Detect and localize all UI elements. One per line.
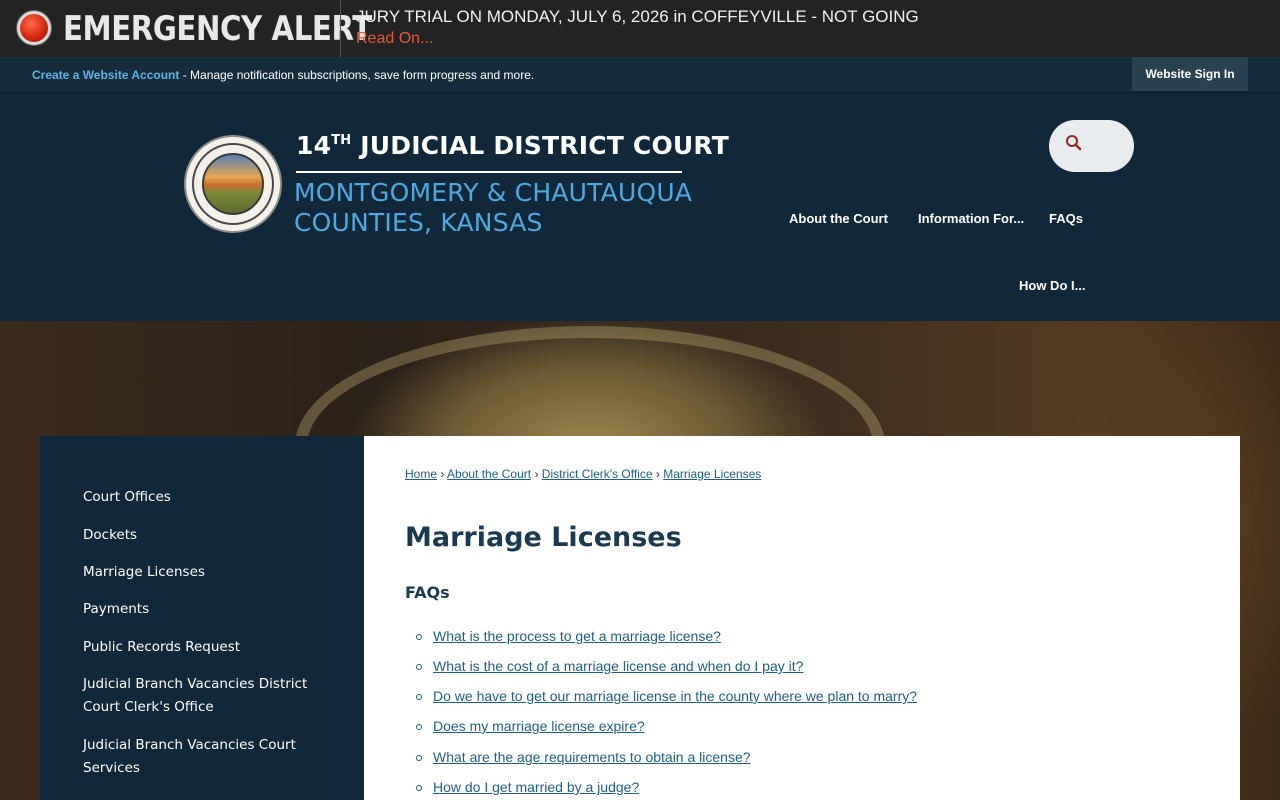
breadcrumb-current[interactable]: Marriage Licenses bbox=[663, 467, 761, 481]
alert-title: EMERGENCY ALERT bbox=[63, 9, 372, 49]
account-text: Create a Website Account - Manage notifi… bbox=[32, 68, 534, 82]
sidebar-nav: Court Offices Dockets Marriage Licenses … bbox=[40, 436, 364, 800]
bullet-icon bbox=[416, 634, 422, 640]
faq-link[interactable]: Does my marriage license expire? bbox=[433, 718, 645, 734]
alert-message: JURY TRIAL ON MONDAY, JULY 6, 2026 in CO… bbox=[356, 7, 919, 26]
breadcrumb-clerk[interactable]: District Clerk's Office bbox=[542, 467, 653, 481]
search-button[interactable] bbox=[1049, 120, 1134, 172]
kansas-seal-logo[interactable] bbox=[184, 135, 282, 233]
bullet-icon bbox=[416, 755, 422, 761]
breadcrumb-separator: › bbox=[534, 467, 539, 481]
sidebar-item-vacancies-clerk[interactable]: Judicial Branch Vacancies District Court… bbox=[83, 673, 323, 719]
nav-faqs[interactable]: FAQs bbox=[1049, 211, 1083, 226]
faq-link[interactable]: How do I get married by a judge? bbox=[433, 779, 639, 795]
create-account-link[interactable]: Create a Website Account bbox=[32, 68, 179, 82]
seal-center bbox=[202, 153, 264, 215]
alert-read-on-link[interactable]: Read On... bbox=[356, 30, 433, 48]
bullet-icon bbox=[416, 694, 422, 700]
account-description: - Manage notification subscriptions, sav… bbox=[179, 68, 535, 82]
nav-about-the-court[interactable]: About the Court bbox=[789, 211, 888, 226]
logo-divider bbox=[296, 171, 682, 173]
faq-link[interactable]: What is the process to get a marriage li… bbox=[433, 628, 721, 644]
breadcrumb-home[interactable]: Home bbox=[405, 467, 437, 481]
page-title: Marriage Licenses bbox=[405, 522, 682, 553]
sidebar-item-court-offices[interactable]: Court Offices bbox=[83, 486, 323, 509]
faq-heading: FAQs bbox=[405, 583, 450, 602]
court-number-suffix: TH bbox=[331, 133, 352, 148]
sign-in-button[interactable]: Website Sign In bbox=[1132, 57, 1248, 91]
bullet-icon bbox=[416, 785, 422, 791]
sidebar-item-payments[interactable]: Payments bbox=[83, 598, 323, 621]
nav-how-do-i[interactable]: How Do I... bbox=[1019, 278, 1085, 293]
faq-link[interactable]: Do we have to get our marriage license i… bbox=[433, 688, 917, 704]
breadcrumb-separator: › bbox=[655, 467, 660, 481]
counties-name[interactable]: MONTGOMERY & CHAUTAUQUA COUNTIES, KANSAS bbox=[294, 178, 692, 238]
nav-information-for[interactable]: Information For... bbox=[918, 211, 1024, 226]
breadcrumb-separator: › bbox=[440, 467, 445, 481]
main-content: Home › About the Court › District Clerk'… bbox=[364, 436, 1240, 800]
site-header: 14TH JUDICIAL DISTRICT COURT MONTGOMERY … bbox=[0, 93, 1280, 321]
breadcrumb-about[interactable]: About the Court bbox=[447, 467, 531, 481]
court-number: 14 bbox=[296, 131, 332, 160]
alert-siren-icon bbox=[17, 11, 51, 45]
court-name[interactable]: 14TH JUDICIAL DISTRICT COURT bbox=[296, 131, 729, 160]
sidebar-item-dockets[interactable]: Dockets bbox=[83, 524, 323, 547]
breadcrumb: Home › About the Court › District Clerk'… bbox=[405, 467, 761, 481]
faq-link[interactable]: What is the cost of a marriage license a… bbox=[433, 658, 803, 674]
bullet-icon bbox=[416, 724, 422, 730]
emergency-alert-bar: EMERGENCY ALERT JURY TRIAL ON MONDAY, JU… bbox=[0, 0, 1280, 57]
sidebar-item-public-records-request[interactable]: Public Records Request bbox=[83, 636, 323, 659]
counties-line1: MONTGOMERY & CHAUTAUQUA bbox=[294, 178, 693, 207]
court-name-text: JUDICIAL DISTRICT COURT bbox=[351, 131, 729, 160]
sidebar-item-vacancies-court-services[interactable]: Judicial Branch Vacancies Court Services bbox=[83, 734, 323, 780]
alert-divider bbox=[340, 0, 341, 57]
counties-line2: COUNTIES, KANSAS bbox=[294, 208, 543, 237]
sidebar-item-marriage-licenses[interactable]: Marriage Licenses bbox=[83, 561, 323, 584]
seal-ring bbox=[192, 143, 274, 225]
account-bar: Create a Website Account - Manage notifi… bbox=[0, 57, 1280, 93]
bullet-icon bbox=[416, 664, 422, 670]
faq-link[interactable]: What are the age requirements to obtain … bbox=[433, 749, 751, 765]
search-icon bbox=[1066, 135, 1082, 151]
